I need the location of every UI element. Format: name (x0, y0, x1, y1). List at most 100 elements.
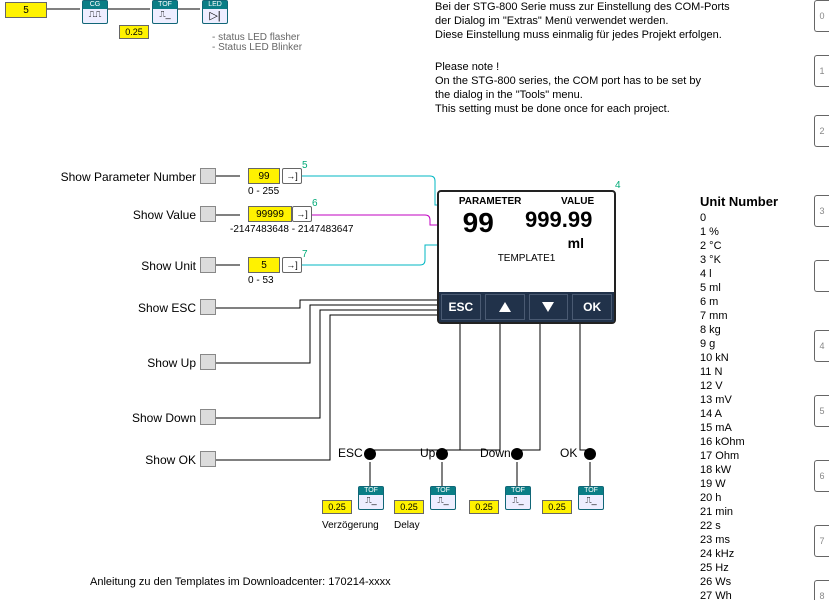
unit-item: 26 Ws (700, 575, 778, 589)
diagram-page: 5 CG⎍⎍ 0.25 TOF⎍_ LED▷| - status LED fla… (0, 0, 829, 600)
range-show-value: -2147483648 - 2147483647 (230, 224, 353, 235)
note-en-head: Please note ! (435, 60, 701, 74)
top-delay-value[interactable]: 0.25 (119, 25, 149, 39)
note-en: Please note ! On the STG-800 series, the… (435, 60, 701, 116)
lcd-up-button[interactable] (485, 294, 525, 320)
annot-4: 4 (615, 180, 621, 191)
port-show-down[interactable] (200, 409, 216, 425)
lcd-template-name: TEMPLATE1 (439, 253, 614, 264)
unit-item: 27 Wh (700, 589, 778, 600)
value-show-value[interactable]: 99999 (248, 206, 292, 222)
value-show-param-num[interactable]: 99 (248, 168, 280, 184)
lcd-param-header: PARAMETER (459, 196, 522, 207)
label-show-param-num: Show Parameter Number (0, 170, 196, 184)
tof-block-ok[interactable]: TOF⎍_ (578, 486, 604, 510)
unit-item: 25 Hz (700, 561, 778, 575)
led-block-head: LED (203, 1, 227, 9)
out-dot-down (511, 448, 523, 460)
range-show-param-num: 0 - 255 (248, 186, 279, 197)
lcd-value-header: VALUE (561, 196, 594, 207)
lcd-value: 999.99 (525, 207, 598, 233)
note-de-line3: Diese Einstellung muss einmalig für jede… (435, 28, 730, 42)
delay-val-esc[interactable]: 0.25 (322, 500, 352, 514)
label-show-unit: Show Unit (0, 259, 196, 273)
range-show-unit: 0 - 53 (248, 275, 274, 286)
delay-label-en: Delay (394, 520, 420, 531)
port-show-unit[interactable] (200, 257, 216, 273)
out-dot-ok (584, 448, 596, 460)
label-show-up: Show Up (0, 356, 196, 370)
label-show-ok: Show OK (0, 453, 196, 467)
connector-5[interactable]: →] (282, 168, 302, 184)
unit-item: 7 mm (700, 309, 778, 323)
out-label-down: Down (480, 446, 511, 460)
page-marker: 8 (814, 580, 829, 600)
tof-block-up[interactable]: TOF⎍_ (430, 486, 456, 510)
page-marker: 4 (814, 330, 829, 362)
note-de-line2: der Dialog im "Extras" Menü verwendet we… (435, 14, 730, 28)
delay-val-ok[interactable]: 0.25 (542, 500, 572, 514)
lcd-esc-button[interactable]: ESC (441, 294, 481, 320)
port-show-ok[interactable] (200, 451, 216, 467)
tof-block-top[interactable]: TOF⎍_ (152, 0, 178, 24)
page-marker: 2 (814, 115, 829, 147)
unit-item: 9 g (700, 337, 778, 351)
out-dot-up (436, 448, 448, 460)
unit-item: 6 m (700, 295, 778, 309)
note-en-line2: the dialog in the "Tools" menu. (435, 88, 701, 102)
delay-label-de: Verzögerung (322, 520, 379, 531)
lcd-param-value: 99 (455, 207, 494, 239)
unit-item: 5 ml (700, 281, 778, 295)
top-input-value[interactable]: 5 (5, 2, 47, 18)
lcd-down-button[interactable] (529, 294, 569, 320)
connector-7[interactable]: →] (282, 257, 302, 273)
unit-item: 10 kN (700, 351, 778, 365)
led-block[interactable]: LED▷| (202, 0, 228, 24)
port-show-esc[interactable] (200, 299, 216, 315)
unit-item: 4 l (700, 267, 778, 281)
unit-item: 20 h (700, 491, 778, 505)
lcd-button-row: ESC OK (439, 292, 614, 322)
unit-item: 11 N (700, 365, 778, 379)
unit-item: 24 kHz (700, 547, 778, 561)
unit-item: 19 W (700, 477, 778, 491)
value-show-unit[interactable]: 5 (248, 257, 280, 273)
page-marker: 1 (814, 55, 829, 87)
delay-val-up[interactable]: 0.25 (394, 500, 424, 514)
note-en-line3: This setting must be done once for each … (435, 102, 701, 116)
unit-number-list: Unit Number 01 %2 °C3 °K4 l5 ml6 m7 mm8 … (700, 195, 778, 600)
page-marker: 6 (814, 460, 829, 492)
out-label-ok: OK (560, 446, 577, 460)
port-show-up[interactable] (200, 354, 216, 370)
unit-item: 22 s (700, 519, 778, 533)
page-marker: 3 (814, 195, 829, 227)
tof-block-down[interactable]: TOF⎍_ (505, 486, 531, 510)
unit-item: 13 mV (700, 393, 778, 407)
delay-val-down[interactable]: 0.25 (469, 500, 499, 514)
lcd-ok-button[interactable]: OK (572, 294, 612, 320)
annot-6: 6 (312, 198, 318, 209)
port-show-value[interactable] (200, 206, 216, 222)
page-marker: 5 (814, 395, 829, 427)
unit-item: 2 °C (700, 239, 778, 253)
unit-item: 16 kOhm (700, 435, 778, 449)
label-show-value: Show Value (0, 208, 196, 222)
port-show-param-num[interactable] (200, 168, 216, 184)
unit-item: 3 °K (700, 253, 778, 267)
unit-item: 15 mA (700, 421, 778, 435)
page-marker (814, 260, 829, 292)
tof-block-esc[interactable]: TOF⎍_ (358, 486, 384, 510)
unit-item: 21 min (700, 505, 778, 519)
connector-6[interactable]: →] (292, 206, 312, 222)
out-dot-esc (364, 448, 376, 460)
note-de: Bei der STG-800 Serie muss zur Einstellu… (435, 0, 730, 42)
triangle-up-icon (499, 302, 511, 312)
unit-item: 23 ms (700, 533, 778, 547)
unit-item: 1 % (700, 225, 778, 239)
cg-block-head: CG (83, 1, 107, 9)
label-show-down: Show Down (0, 411, 196, 425)
unit-item: 0 (700, 211, 778, 225)
label-show-esc: Show ESC (0, 301, 196, 315)
cg-block[interactable]: CG⎍⎍ (82, 0, 108, 24)
unit-item: 14 A (700, 407, 778, 421)
